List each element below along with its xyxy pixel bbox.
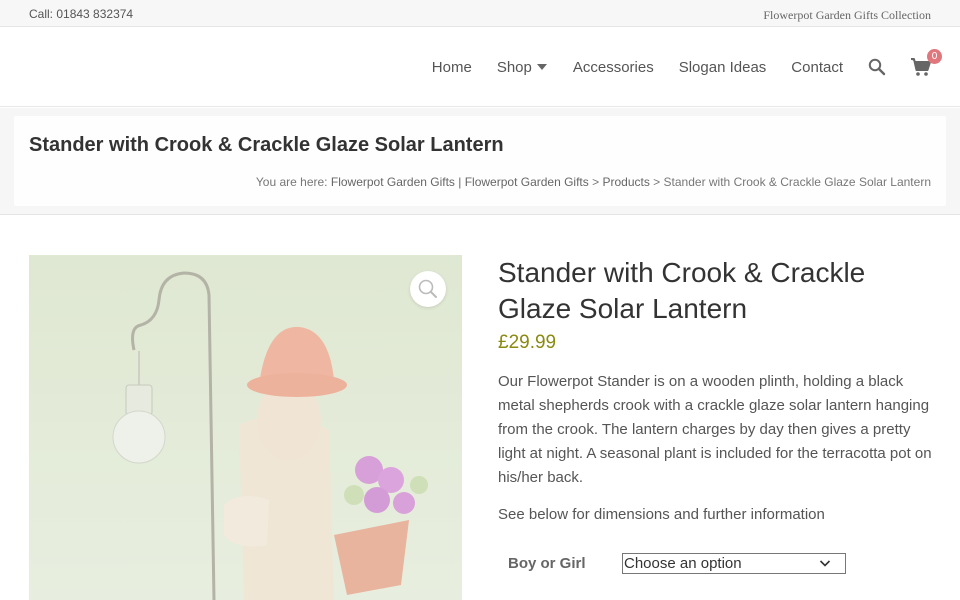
search-icon[interactable] — [868, 58, 886, 76]
nav-shop-label: Shop — [496, 58, 532, 76]
breadcrumb-separator: > — [653, 175, 661, 189]
product-summary: Stander with Crook & Crackle Glaze Solar… — [498, 255, 933, 583]
breadcrumb-current: Stander with Crook & Crackle Glaze Solar… — [663, 175, 931, 189]
breadcrumb-separator: > — [592, 175, 600, 189]
breadcrumb: You are here: Flowerpot Garden Gifts | F… — [256, 175, 931, 189]
product-photo — [29, 255, 462, 600]
collection-link[interactable]: Flowerpot Garden Gifts Collection — [763, 8, 931, 23]
caret-down-icon — [536, 64, 547, 70]
breadcrumb-home[interactable]: Flowerpot Garden Gifts | Flowerpot Garde… — [331, 175, 589, 189]
nav-home[interactable]: Home — [432, 59, 472, 76]
cart-button[interactable]: 0 — [910, 49, 942, 77]
product-price: £29.99 — [498, 332, 557, 353]
product-image[interactable] — [29, 255, 462, 600]
breadcrumb-products[interactable]: Products — [602, 175, 649, 189]
chevron-down-icon — [819, 560, 831, 567]
main-nav: Home Shop Accessories Slogan Ideas Conta… — [432, 27, 960, 107]
magnifier-icon — [418, 279, 437, 298]
site-header: Home Shop Accessories Slogan Ideas Conta… — [0, 27, 960, 107]
nav-slogan-ideas[interactable]: Slogan Ideas — [679, 59, 767, 76]
variation-row: Boy or Girl Choose an option — [498, 553, 933, 583]
variation-label: Boy or Girl — [508, 555, 586, 572]
zoom-button[interactable] — [410, 271, 446, 307]
see-below-note: See below for dimensions and further inf… — [498, 506, 825, 523]
product-description: Our Flowerpot Stander is on a wooden pli… — [498, 373, 932, 486]
product-title: Stander with Crook & Crackle Glaze Solar… — [498, 257, 866, 324]
page-title-band — [0, 108, 960, 215]
page-title: Stander with Crook & Crackle Glaze Solar… — [29, 134, 504, 156]
variation-select[interactable]: Choose an option — [622, 553, 846, 574]
nav-shop[interactable]: Shop — [497, 59, 548, 76]
nav-accessories[interactable]: Accessories — [573, 59, 654, 76]
cart-count-badge: 0 — [927, 49, 942, 64]
top-bar: Call: 01843 832374 Flowerpot Garden Gift… — [0, 0, 960, 27]
variation-selected-value: Choose an option — [624, 555, 742, 572]
nav-contact[interactable]: Contact — [791, 59, 843, 76]
breadcrumb-prefix: You are here: — [255, 175, 328, 189]
phone-number: Call: 01843 832374 — [29, 7, 134, 21]
title-band-panel — [14, 116, 946, 206]
